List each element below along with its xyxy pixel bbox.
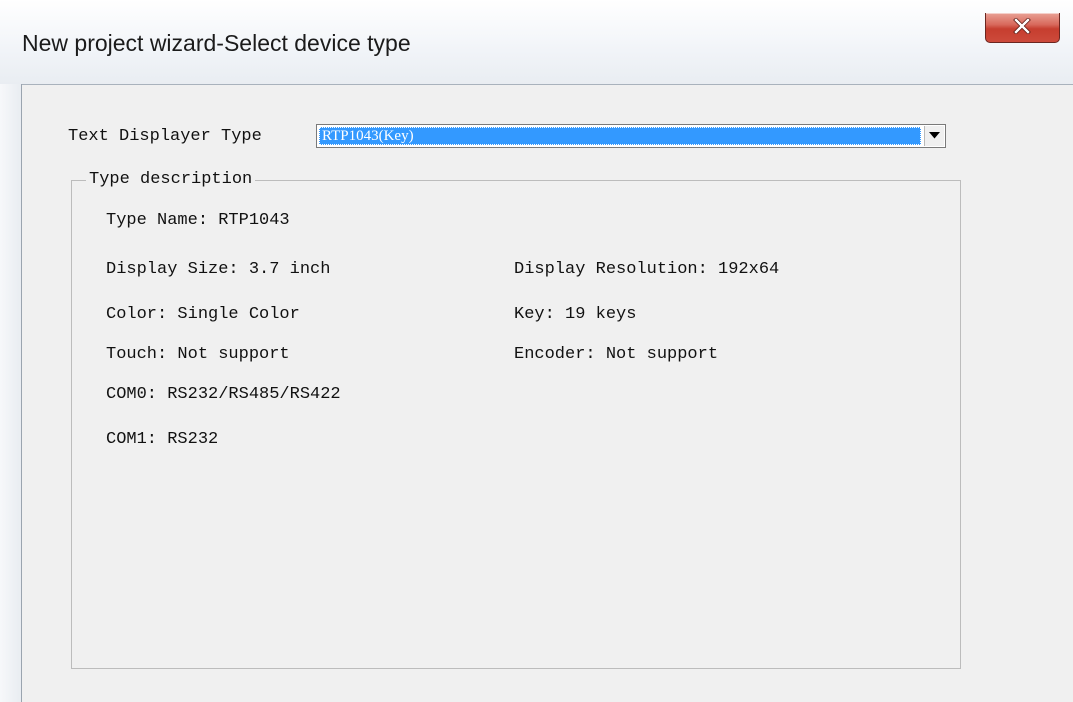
dialog-content: Text Displayer Type RTP1043(Key) Type de… bbox=[22, 84, 1073, 702]
group-title: Type description bbox=[86, 169, 256, 191]
touch-text: Touch: Not support bbox=[106, 345, 290, 364]
selected-type-value[interactable]: RTP1043(Key) bbox=[319, 127, 921, 145]
color-text: Color: Single Color bbox=[106, 305, 300, 324]
dropdown-button[interactable] bbox=[924, 126, 944, 146]
com0-text: COM0: RS232/RS485/RS422 bbox=[106, 385, 341, 404]
text-displayer-type-select[interactable]: RTP1043(Key) bbox=[316, 124, 946, 148]
window-frame-left bbox=[0, 84, 22, 702]
window-title: New project wizard-Select device type bbox=[22, 30, 411, 56]
type-name-text: Type Name: RTP1043 bbox=[106, 211, 290, 230]
close-icon bbox=[1013, 18, 1031, 34]
encoder-text: Encoder: Not support bbox=[514, 345, 719, 364]
type-description-group: Type description Type Name: RTP1043 Disp… bbox=[71, 169, 961, 669]
close-button[interactable] bbox=[985, 13, 1060, 43]
com1-text: COM1: RS232 bbox=[106, 430, 219, 449]
title-bar[interactable]: New project wizard-Select device type bbox=[0, 0, 1073, 84]
key-text: Key: 19 keys bbox=[514, 305, 637, 324]
dialog-window: New project wizard-Select device type Te… bbox=[0, 0, 1073, 702]
display-resolution-text: Display Resolution: 192x64 bbox=[514, 260, 780, 279]
text-displayer-type-label: Text Displayer Type bbox=[68, 127, 262, 146]
chevron-down-icon bbox=[929, 132, 940, 139]
display-size-text: Display Size: 3.7 inch bbox=[106, 260, 331, 279]
